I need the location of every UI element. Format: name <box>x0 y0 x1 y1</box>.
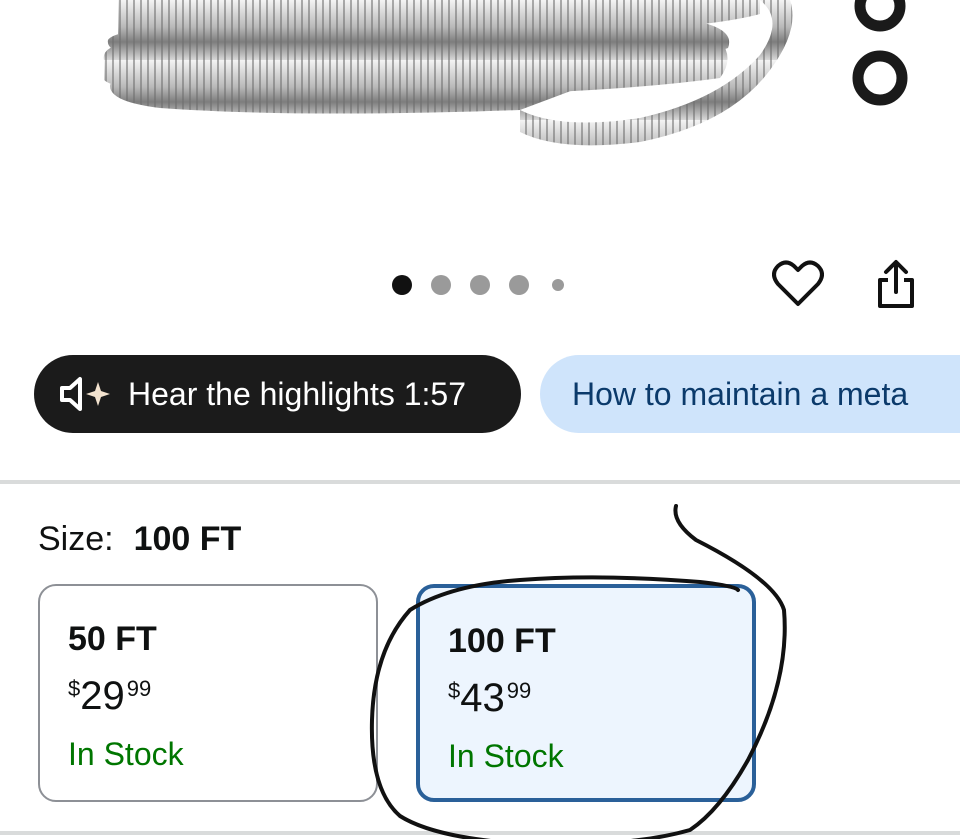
size-option-price: $2999 <box>68 674 152 718</box>
share-button[interactable] <box>868 256 924 312</box>
carousel-dot[interactable] <box>431 275 451 295</box>
wishlist-button[interactable] <box>770 256 826 312</box>
product-image <box>103 0 908 146</box>
carousel-dot-active[interactable] <box>392 275 412 295</box>
question-pill-label: How to maintain a meta <box>572 375 909 412</box>
size-label: Size: <box>38 520 114 558</box>
selected-size-value: 100 FT <box>133 520 242 558</box>
section-divider <box>0 480 960 484</box>
size-option-name: 100 FT <box>448 622 556 660</box>
size-option-price: $4399 <box>448 676 532 720</box>
carousel-dot[interactable] <box>552 279 564 291</box>
hear-highlights-label: Hear the highlights 1:57 <box>128 375 466 412</box>
question-pill[interactable]: How to maintain a meta <box>540 355 960 433</box>
share-icon <box>878 260 914 308</box>
size-option-name: 50 FT <box>68 620 157 658</box>
heart-icon <box>772 260 824 306</box>
size-option-availability: In Stock <box>68 736 184 772</box>
image-carousel-dots[interactable] <box>390 272 570 298</box>
section-divider <box>0 831 960 835</box>
carousel-dot[interactable] <box>509 275 529 295</box>
size-option-availability: In Stock <box>448 738 564 774</box>
speaker-sparkle-icon <box>60 377 110 411</box>
carousel-dot[interactable] <box>470 275 490 295</box>
size-option-100ft[interactable]: 100 FT $4399 In Stock <box>416 584 756 802</box>
size-selector-header: Size: 100 FT <box>38 520 241 559</box>
size-option-50ft[interactable]: 50 FT $2999 In Stock <box>38 584 378 802</box>
hear-highlights-button[interactable]: Hear the highlights 1:57 <box>34 355 521 433</box>
